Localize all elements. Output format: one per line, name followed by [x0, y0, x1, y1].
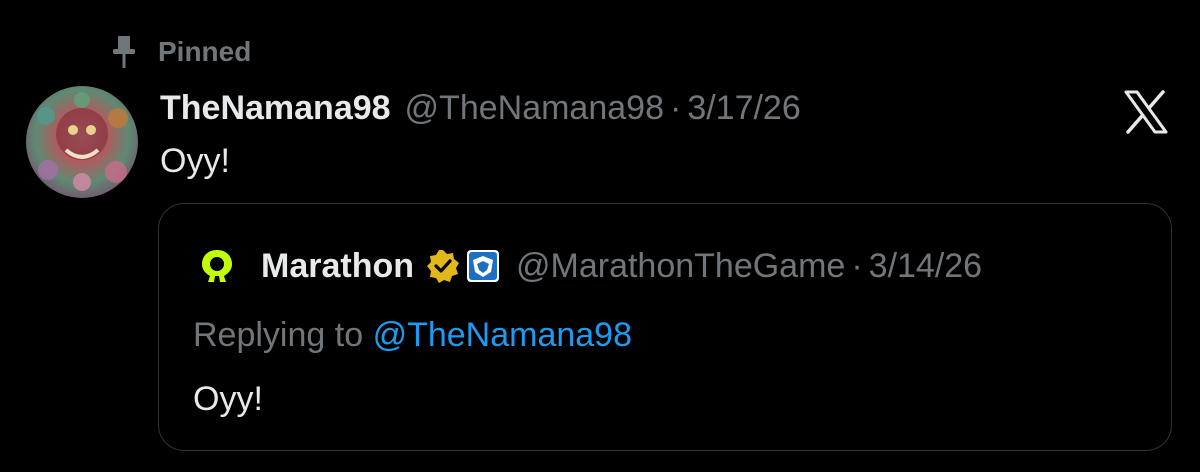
quote-tweet-card[interactable]: Marathon @MarathonTheGame · 3/14/26 Repl…	[158, 203, 1172, 451]
tweet-text: Oyy!	[160, 142, 230, 180]
reply-mention-link[interactable]: @TheNamana98	[373, 316, 632, 354]
author-name[interactable]: TheNamana98	[160, 89, 391, 128]
replying-label: Replying to	[193, 316, 364, 354]
affiliate-badge-icon[interactable]	[466, 249, 500, 283]
quote-separator-dot: ·	[851, 246, 863, 285]
marathon-logo-icon[interactable]	[195, 244, 239, 288]
author-handle[interactable]: @TheNamana98	[405, 89, 664, 128]
pinned-label: Pinned	[158, 36, 252, 67]
replying-to: Replying to @TheNamana98	[193, 312, 632, 358]
verified-gold-badge-icon[interactable]	[426, 249, 460, 283]
pinned-indicator: Pinned	[110, 34, 251, 70]
separator-dot: ·	[669, 88, 682, 127]
quote-text: Oyy!	[193, 380, 263, 418]
tweet-header: TheNamana98 @TheNamana98 · 3/17/26	[160, 84, 801, 132]
tweet-date[interactable]: 3/17/26	[687, 89, 800, 128]
quote-header: Marathon @MarathonTheGame · 3/14/26	[195, 242, 982, 290]
quote-author-handle[interactable]: @MarathonTheGame	[516, 247, 845, 286]
avatar[interactable]	[26, 86, 138, 198]
pin-icon	[110, 35, 138, 69]
quote-date[interactable]: 3/14/26	[869, 247, 982, 286]
quote-author-name[interactable]: Marathon	[261, 247, 414, 286]
x-logo-icon	[1118, 84, 1174, 140]
